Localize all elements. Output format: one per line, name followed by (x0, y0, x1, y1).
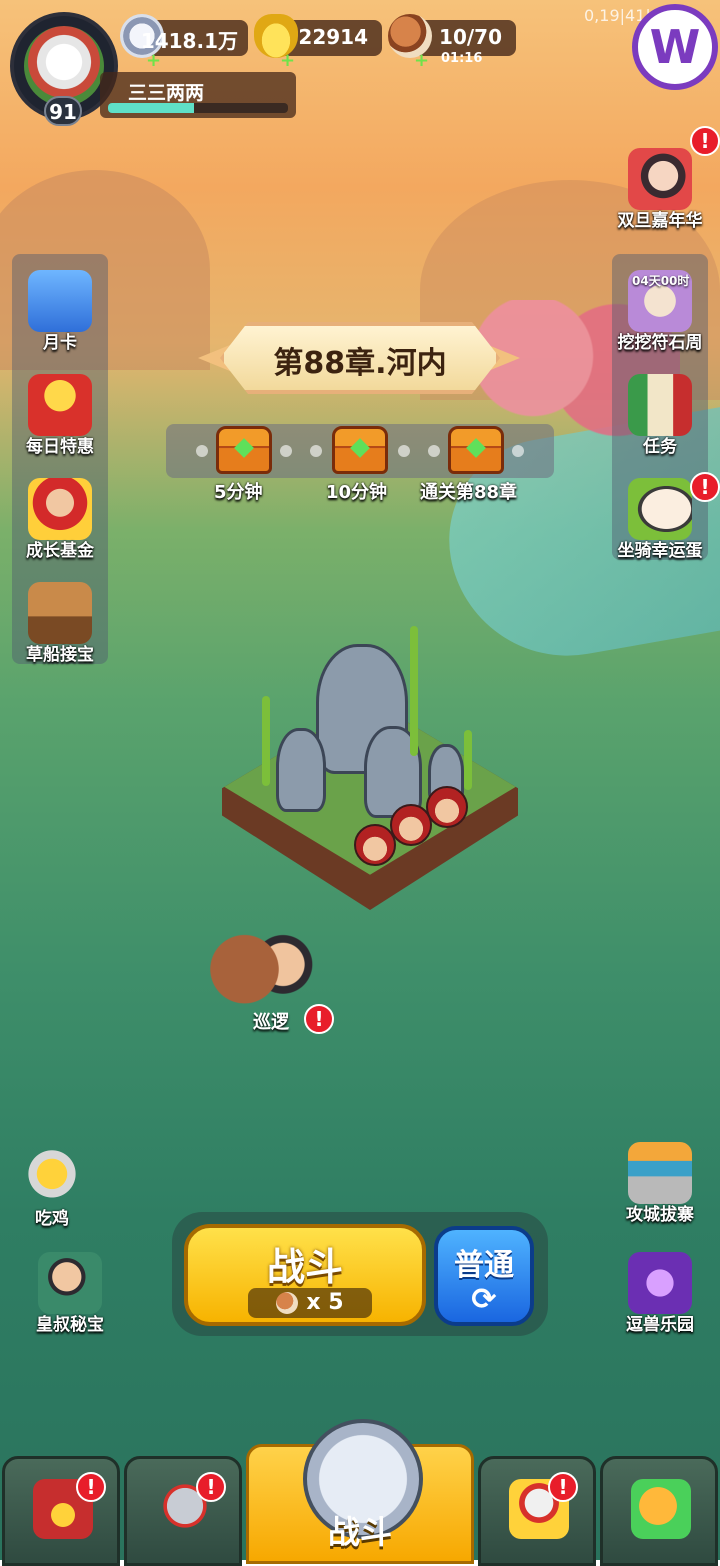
fight-button[interactable]: 战斗 x 5 (184, 1224, 426, 1326)
menu-uncle-treasure[interactable]: 皇叔秘宝 (22, 1252, 118, 1335)
menu-label: 成长基金 (26, 541, 94, 561)
reward-label: 10分钟 (326, 482, 388, 503)
progress-dot (398, 445, 410, 457)
nav-battle-label: 战斗 (327, 1513, 392, 1551)
meat-icon (276, 1292, 299, 1314)
progress-dot (196, 445, 208, 457)
reward-chest-chapter-clear[interactable] (448, 426, 504, 474)
nav-tab-equipment[interactable] (478, 1456, 596, 1566)
menu-label: 每日特惠 (26, 437, 94, 457)
progress-dot (310, 445, 322, 457)
mount-egg-alert-badge: ! (690, 472, 720, 502)
daily-deal-icon (28, 374, 92, 436)
menu-label: 月卡 (43, 333, 77, 353)
player-name: 三三两两 (128, 82, 205, 104)
menu-carnival[interactable]: 双旦嘉年华 (612, 148, 708, 231)
stone-pillar (276, 728, 326, 812)
reward-label: 通关第88章 (420, 482, 518, 503)
menu-daily-deal[interactable]: 每日特惠 (12, 374, 108, 457)
menu-label: 草船接宝 (26, 645, 94, 665)
stamina-value: 10/70 (439, 25, 502, 49)
menu-label: 挖挖符石周 (617, 333, 703, 353)
nav-equipment-alert-badge: ! (548, 1472, 578, 1502)
menu-label: 双旦嘉年华 (617, 211, 703, 231)
nav-hero-alert-badge: ! (196, 1472, 226, 1502)
add-gold-icon[interactable]: + (280, 50, 295, 71)
fight-button-label: 战斗 (266, 1245, 343, 1289)
progress-dot (512, 445, 524, 457)
growth-fund-icon (28, 478, 92, 540)
mount-egg-icon (628, 478, 692, 540)
menu-growth-fund[interactable]: 成长基金 (12, 478, 108, 561)
menu-straw-boat[interactable]: 草船接宝 (12, 582, 108, 665)
menu-siege[interactable]: 攻城拔寨 (612, 1142, 708, 1225)
enemy-soldier (426, 786, 468, 828)
patrol-alert-badge: ! (304, 1004, 334, 1034)
quest-scroll-icon (628, 374, 692, 436)
bamboo-stalk (410, 626, 418, 756)
menu-beast-park[interactable]: 逗兽乐园 (612, 1252, 708, 1335)
chicken-icon (20, 1146, 84, 1208)
fight-cost-value: x 5 (306, 1290, 344, 1315)
menu-label: 任务 (643, 437, 677, 457)
menu-month-card[interactable]: 月卡 (12, 270, 108, 353)
straw-boat-icon (28, 582, 92, 644)
xp-bar (108, 103, 288, 113)
menu-label: 坐骑幸运蛋 (617, 541, 703, 561)
add-stamina-icon[interactable]: + (414, 50, 429, 71)
stamina-timer: 01:16 (441, 51, 483, 66)
app-logo-icon[interactable]: W (632, 4, 718, 90)
rune-dig-countdown: 04天00时 (632, 274, 690, 288)
uncle-treasure-icon (38, 1252, 102, 1314)
player-level: 91 (44, 96, 82, 126)
nav-tab-upgrade[interactable] (600, 1456, 718, 1566)
difficulty-mode-button[interactable]: 普通 ⟳ (434, 1226, 534, 1326)
siege-icon (628, 1142, 692, 1204)
xp-bar-fill (108, 103, 195, 113)
reward-label: 5分钟 (214, 482, 263, 503)
progress-dot (280, 445, 292, 457)
month-card-icon (28, 270, 92, 332)
nav-tab-battle[interactable]: 战斗 (246, 1419, 474, 1564)
reward-chest-10min[interactable] (332, 426, 388, 474)
menu-label: 吃鸡 (35, 1209, 69, 1229)
menu-label: 皇叔秘宝 (36, 1315, 104, 1335)
menu-chicken[interactable]: 吃鸡 (4, 1146, 100, 1229)
menu-quest[interactable]: 任务 (612, 374, 708, 457)
gold-value: 22914 (298, 25, 368, 49)
difficulty-mode-label: 普通 (454, 1248, 514, 1283)
nav-tab-hero[interactable] (124, 1456, 242, 1566)
reward-chest-5min[interactable] (216, 426, 272, 474)
bamboo-stalk (464, 730, 472, 790)
progress-dot (428, 445, 440, 457)
chapter-title: 第88章.河内 (273, 346, 447, 381)
menu-label: 逗兽乐园 (626, 1315, 694, 1335)
silver-value: 1418.1万 (140, 29, 238, 53)
menu-label: 攻城拔寨 (626, 1205, 694, 1225)
chapter-banner: 第88章.河内 (220, 322, 500, 394)
silver-resource[interactable]: + 1418.1万 (120, 14, 248, 71)
beast-park-icon (628, 1252, 692, 1314)
refresh-icon: ⟳ (471, 1282, 497, 1317)
fight-cost: x 5 (248, 1288, 372, 1318)
gold-resource[interactable]: + 22914 (254, 14, 382, 71)
nav-tab-shop[interactable] (2, 1456, 120, 1566)
patrol-label: 巡逻 (253, 1012, 289, 1033)
upgrade-fist-icon (631, 1479, 691, 1539)
bamboo-stalk (262, 696, 270, 786)
nav-shop-alert-badge: ! (76, 1472, 106, 1502)
avatar-portrait (24, 26, 104, 106)
carnival-icon (628, 148, 692, 210)
carnival-alert-badge: ! (690, 126, 720, 156)
